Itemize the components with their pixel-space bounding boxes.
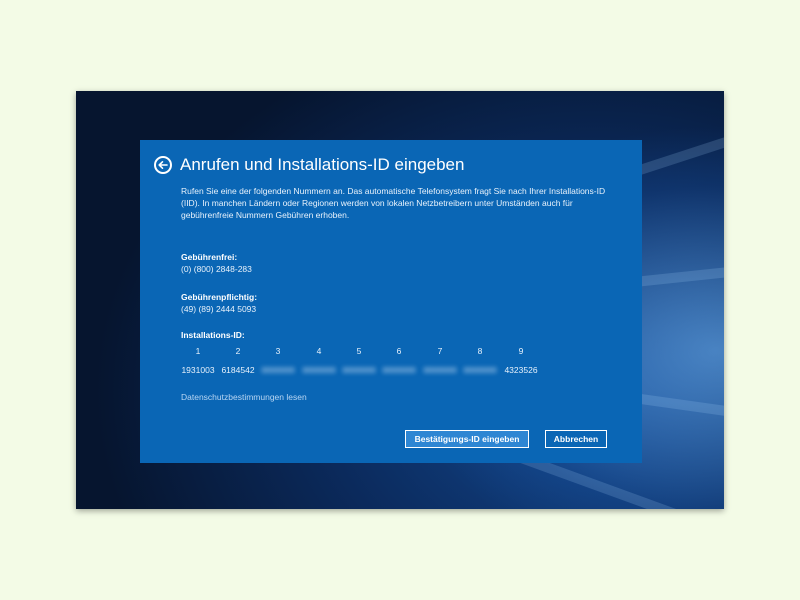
iid-value-blurred: 0000000 [382, 365, 416, 375]
iid-value-blurred: 0000000 [463, 365, 497, 375]
iid-value-blurred: 0000000 [302, 365, 336, 375]
iid-index: 6 [396, 346, 402, 356]
back-button[interactable] [154, 156, 172, 174]
iid-group-2: 2 6184542 [219, 346, 257, 377]
activation-dialog: Anrufen und Installations-ID eingeben Ru… [140, 140, 642, 463]
iid-index: 8 [477, 346, 483, 356]
iid-group-3: 3 0000000 [259, 346, 297, 377]
dialog-header: Anrufen und Installations-ID eingeben [154, 153, 464, 177]
toll-label: Gebührenpflichtig: [181, 292, 258, 302]
iid-group-1: 1 1931003 [179, 346, 217, 377]
iid-value: 1931003 [181, 365, 215, 375]
privacy-link[interactable]: Datenschutzbestimmungen lesen [181, 392, 307, 402]
iid-group-6: 6 0000000 [380, 346, 418, 377]
iid-value-blurred: 0000000 [261, 365, 295, 375]
iid-group-4: 4 0000000 [300, 346, 338, 377]
iid-index: 2 [235, 346, 241, 356]
iid-group-5: 5 0000000 [340, 346, 378, 377]
iid-group-7: 7 0000000 [421, 346, 459, 377]
iid-value-blurred: 0000000 [342, 365, 376, 375]
enter-confirmation-id-button[interactable]: Bestätigungs-ID eingeben [405, 430, 529, 448]
toll-free-number: (0) (800) 2848-283 [181, 264, 252, 274]
toll-free-label: Gebührenfrei: [181, 252, 238, 262]
iid-group-9: 9 4323526 [502, 346, 540, 377]
cancel-button[interactable]: Abbrechen [545, 430, 607, 448]
iid-index: 9 [518, 346, 524, 356]
iid-value: 6184542 [221, 365, 255, 375]
iid-group-8: 8 0000000 [461, 346, 499, 377]
iid-value: 4323526 [504, 365, 538, 375]
iid-index: 5 [356, 346, 362, 356]
toll-number: (49) (89) 2444 5093 [181, 304, 257, 314]
iid-value-blurred: 0000000 [423, 365, 457, 375]
desktop-background: Anrufen und Installations-ID eingeben Ru… [76, 91, 724, 509]
iid-index: 4 [316, 346, 322, 356]
back-arrow-icon [158, 161, 168, 169]
installation-id-label: Installations-ID: [181, 330, 245, 340]
iid-index: 1 [195, 346, 201, 356]
iid-index: 3 [275, 346, 281, 356]
dialog-description: Rufen Sie eine der folgenden Nummern an.… [181, 186, 606, 220]
installation-id-grid: 1 1931003 2 6184542 3 0000000 4 0000000 … [181, 346, 561, 376]
iid-index: 7 [437, 346, 443, 356]
dialog-title: Anrufen und Installations-ID eingeben [180, 155, 465, 174]
